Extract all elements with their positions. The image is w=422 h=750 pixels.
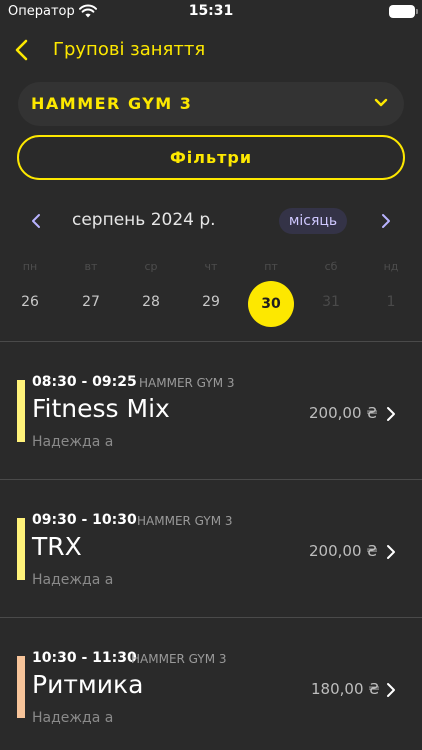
session-time: 08:30 - 09:25 bbox=[32, 374, 137, 390]
view-toggle[interactable]: місяць bbox=[279, 208, 347, 234]
weekday-tue: вт bbox=[84, 260, 98, 273]
calendar-day-selected[interactable]: 30 bbox=[248, 281, 294, 327]
page-title: Групові заняття bbox=[53, 39, 206, 60]
session-gym: HAMMER GYM 3 bbox=[139, 376, 235, 390]
session-card[interactable]: 09:30 - 10:30 HAMMER GYM 3 TRX Надежда а… bbox=[0, 480, 422, 616]
status-bar: Оператор 15:31 bbox=[0, 0, 422, 26]
weekday-thu: чт bbox=[204, 260, 218, 273]
session-gym: HAMMER GYM 3 bbox=[131, 652, 227, 666]
month-label: серпень 2024 р. bbox=[72, 210, 216, 230]
session-color-bar bbox=[17, 656, 25, 718]
session-trainer: Надежда а bbox=[32, 434, 114, 450]
clock: 15:31 bbox=[188, 3, 234, 19]
filters-button[interactable]: Фільтри bbox=[17, 135, 405, 180]
weekday-fri: пт bbox=[264, 260, 278, 273]
session-trainer: Надежда а bbox=[32, 710, 114, 726]
calendar-day[interactable]: 26 bbox=[10, 294, 50, 310]
session-name: TRX bbox=[32, 532, 82, 561]
session-card[interactable]: 08:30 - 09:25 HAMMER GYM 3 Fitness Mix Н… bbox=[0, 342, 422, 478]
weekday-wed: ср bbox=[144, 260, 158, 273]
session-color-bar bbox=[17, 518, 25, 580]
weekday-mon: пн bbox=[22, 260, 38, 273]
calendar-day[interactable]: 29 bbox=[191, 294, 231, 310]
session-time: 10:30 - 11:30 bbox=[32, 650, 137, 666]
chevron-right-icon bbox=[387, 683, 395, 697]
chevron-right-icon bbox=[387, 407, 395, 421]
gym-select[interactable]: HAMMER GYM 3 bbox=[18, 82, 404, 126]
session-price: 200,00 ₴ bbox=[309, 542, 378, 560]
next-month-icon[interactable] bbox=[378, 210, 394, 232]
calendar-day[interactable]: 28 bbox=[131, 294, 171, 310]
session-card[interactable]: 10:30 - 11:30 HAMMER GYM 3 Ритмика Надеж… bbox=[0, 618, 422, 750]
session-name: Ритмика bbox=[32, 670, 144, 699]
session-time: 09:30 - 10:30 bbox=[32, 512, 137, 528]
calendar-day: 31 bbox=[322, 294, 340, 310]
chevron-right-icon bbox=[387, 545, 395, 559]
gym-select-value: HAMMER GYM 3 bbox=[31, 94, 193, 113]
session-price: 200,00 ₴ bbox=[309, 404, 378, 422]
chevron-down-icon bbox=[374, 98, 388, 107]
session-price: 180,00 ₴ bbox=[311, 680, 380, 698]
session-color-bar bbox=[17, 380, 25, 442]
chevron-left-icon[interactable] bbox=[12, 38, 32, 62]
screen: Оператор 15:31 Групові заняття HAMMER GY… bbox=[0, 0, 422, 750]
session-trainer: Надежда а bbox=[32, 572, 114, 588]
calendar-day: 1 bbox=[386, 294, 396, 310]
prev-month-icon[interactable] bbox=[28, 210, 44, 232]
battery-icon bbox=[389, 5, 418, 18]
weekday-sat: сб bbox=[324, 260, 338, 273]
session-name: Fitness Mix bbox=[32, 394, 170, 423]
session-gym: HAMMER GYM 3 bbox=[137, 514, 233, 528]
weekday-sun: нд bbox=[383, 260, 399, 273]
calendar-day[interactable]: 27 bbox=[71, 294, 111, 310]
